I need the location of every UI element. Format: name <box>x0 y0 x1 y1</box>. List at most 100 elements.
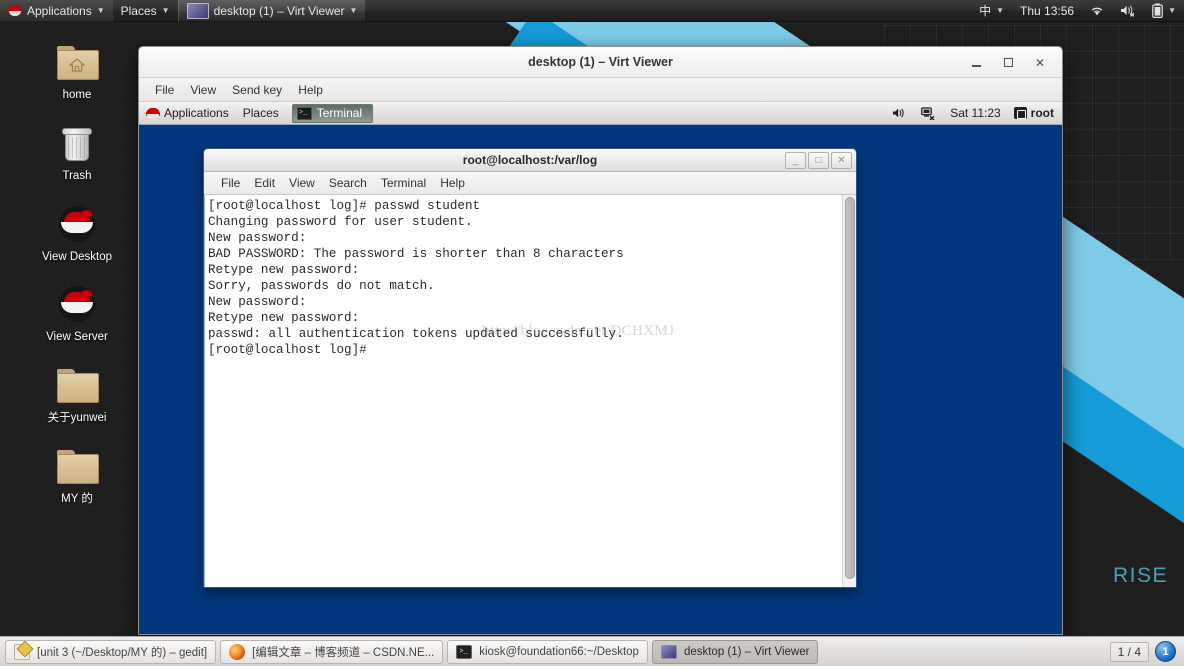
terminal-output-text: [root@localhost log]# passwd student Cha… <box>208 199 624 357</box>
vm-screen[interactable]: Applications Places >_ Terminal Sat 11:2… <box>139 102 1062 634</box>
terminal-output[interactable]: [root@localhost log]# passwd student Cha… <box>204 195 842 587</box>
folder-icon <box>53 363 101 407</box>
taskbar-button-virt-viewer[interactable]: desktop (1) – Virt Viewer <box>651 639 819 664</box>
maximize-icon <box>1003 58 1013 67</box>
vm-clock-label: Sat 11:23 <box>950 106 1001 120</box>
trash-lid <box>62 127 92 135</box>
volume-icon <box>893 108 904 118</box>
taskbar-button-label: desktop (1) – Virt Viewer <box>683 645 810 658</box>
terminal-scrollbar-thumb[interactable] <box>845 197 855 579</box>
trash-ridges <box>68 136 86 158</box>
minimize-icon: _ <box>792 155 799 166</box>
terminal-menubar: File Edit View Search Terminal Help <box>204 172 856 195</box>
menu-view[interactable]: View <box>182 81 224 99</box>
folder-icon <box>53 444 101 488</box>
terminal-window[interactable]: root@localhost:/var/log _ □ ✕ File Edit … <box>203 148 857 588</box>
menu-help[interactable]: Help <box>290 81 331 99</box>
terminal-maximize-button[interactable]: □ <box>808 152 829 169</box>
terminal-titlebar[interactable]: root@localhost:/var/log _ □ ✕ <box>204 149 856 172</box>
vm-places-label: Places <box>242 106 279 120</box>
vm-task-label: Terminal <box>316 106 363 120</box>
desktop-icon-label: MY 的 <box>61 492 93 505</box>
terminal-menu-edit[interactable]: Edit <box>247 174 282 192</box>
window-menu-virt-viewer[interactable]: desktop (1) – Virt Viewer ▼ <box>177 0 367 22</box>
desktop-icon-label: 关于yunwei <box>47 412 107 425</box>
virt-viewer-window-controls: ✕ <box>968 47 1054 78</box>
taskbar-button-label: [unit 3 (~/Desktop/MY 的) – gedit] <box>37 646 208 659</box>
desktop-icon-my-de[interactable]: MY 的 <box>34 442 120 509</box>
applications-menu-label: Applications <box>27 3 92 18</box>
desktop-icon-view-desktop[interactable]: View Desktop <box>34 200 120 267</box>
host-taskbar: [unit 3 (~/Desktop/MY 的) – gedit] [编辑文章 … <box>0 636 1184 666</box>
terminal-icon: >_ <box>456 644 473 659</box>
terminal-scrollbar[interactable] <box>842 195 856 587</box>
volume-muted-icon <box>1121 5 1135 17</box>
desktop-icon-guanyu-yunwei[interactable]: 关于yunwei <box>34 361 120 428</box>
trash-icon <box>53 121 101 165</box>
taskbar-button-gedit[interactable]: [unit 3 (~/Desktop/MY 的) – gedit] <box>5 639 217 664</box>
workspace-indicator[interactable]: 1 <box>1155 641 1176 662</box>
taskbar-button-label: [编辑文章 – 博客频道 – CSDN.NE... <box>252 646 435 659</box>
terminal-icon: >_ <box>296 106 312 120</box>
network-disconnected-icon <box>921 106 935 120</box>
input-method-indicator[interactable]: 中 ▼ <box>971 0 1012 22</box>
terminal-menu-terminal[interactable]: Terminal <box>374 174 433 192</box>
chevron-down-icon: ▼ <box>996 5 1005 15</box>
applications-menu[interactable]: Applications ▼ <box>0 0 113 22</box>
chevron-down-icon: ▼ <box>161 5 170 15</box>
vm-network-indicator[interactable] <box>914 102 943 125</box>
vm-user-label: root <box>1030 106 1054 120</box>
vm-user-menu[interactable]: root <box>1008 102 1062 125</box>
vm-volume-indicator[interactable] <box>885 102 914 125</box>
redhat-logo-icon <box>8 5 22 16</box>
menu-file[interactable]: File <box>147 81 182 99</box>
virt-viewer-menubar: File View Send key Help <box>139 78 1062 102</box>
desktop-icon-label: View Desktop <box>41 250 113 263</box>
menu-send-key[interactable]: Send key <box>224 81 290 99</box>
desktop-icon-label: View Server <box>46 331 108 344</box>
vm-applications-menu[interactable]: Applications <box>139 102 236 125</box>
vm-taskbar-button-terminal[interactable]: >_ Terminal <box>291 103 374 123</box>
virt-viewer-titlebar[interactable]: desktop (1) – Virt Viewer ✕ <box>139 47 1062 78</box>
terminal-menu-search[interactable]: Search <box>322 174 374 192</box>
taskbar-button-terminal[interactable]: >_ kiosk@foundation66:~/Desktop <box>447 639 648 664</box>
desktop-icon-trash[interactable]: Trash <box>34 119 120 186</box>
clock[interactable]: Thu 13:56 <box>1012 0 1082 22</box>
terminal-close-button[interactable]: ✕ <box>831 152 852 169</box>
places-menu[interactable]: Places ▼ <box>113 0 178 22</box>
desktop-icon-label: home <box>62 89 92 101</box>
host-top-panel: Applications ▼ Places ▼ desktop (1) – Vi… <box>0 0 1184 22</box>
minimize-button[interactable] <box>968 55 984 71</box>
terminal-window-controls: _ □ ✕ <box>785 152 852 169</box>
redhat-icon <box>53 282 101 326</box>
desktop-icon-list: home Trash View Desktop View Server 关于yu… <box>34 38 120 509</box>
terminal-minimize-button[interactable]: _ <box>785 152 806 169</box>
maximize-button[interactable] <box>1000 55 1016 71</box>
close-icon: ✕ <box>837 155 846 166</box>
window-menu-label: desktop (1) – Virt Viewer <box>213 3 345 18</box>
desktop-icon-home[interactable]: home <box>34 38 120 105</box>
taskbar-button-firefox[interactable]: [编辑文章 – 博客频道 – CSDN.NE... <box>220 639 444 664</box>
gedit-icon <box>14 643 30 660</box>
terminal-menu-file[interactable]: File <box>214 174 247 192</box>
redhat-logo-icon <box>146 107 160 119</box>
vm-clock[interactable]: Sat 11:23 <box>943 102 1007 125</box>
virt-viewer-window[interactable]: desktop (1) – Virt Viewer ✕ File View Se… <box>138 46 1063 635</box>
battery-indicator[interactable]: ▼ <box>1144 0 1184 22</box>
chevron-down-icon: ▼ <box>1168 5 1176 15</box>
terminal-menu-help[interactable]: Help <box>433 174 472 192</box>
wifi-indicator[interactable] <box>1082 0 1112 22</box>
battery-icon <box>1152 3 1163 18</box>
minimize-icon <box>971 65 981 67</box>
taskbar-right-area: 1 / 4 1 <box>1109 641 1179 662</box>
workspace-count[interactable]: 1 / 4 <box>1109 641 1149 662</box>
chevron-down-icon: ▼ <box>349 5 358 15</box>
close-button[interactable]: ✕ <box>1032 55 1048 71</box>
terminal-body-wrapper: [root@localhost log]# passwd student Cha… <box>204 195 856 587</box>
volume-indicator[interactable] <box>1112 0 1144 22</box>
vm-places-menu[interactable]: Places <box>236 102 286 125</box>
desktop-icon-view-server[interactable]: View Server <box>34 280 120 347</box>
terminal-menu-view[interactable]: View <box>282 174 322 192</box>
desktop-icon-label: Trash <box>62 169 92 182</box>
virt-viewer-icon <box>660 644 677 659</box>
